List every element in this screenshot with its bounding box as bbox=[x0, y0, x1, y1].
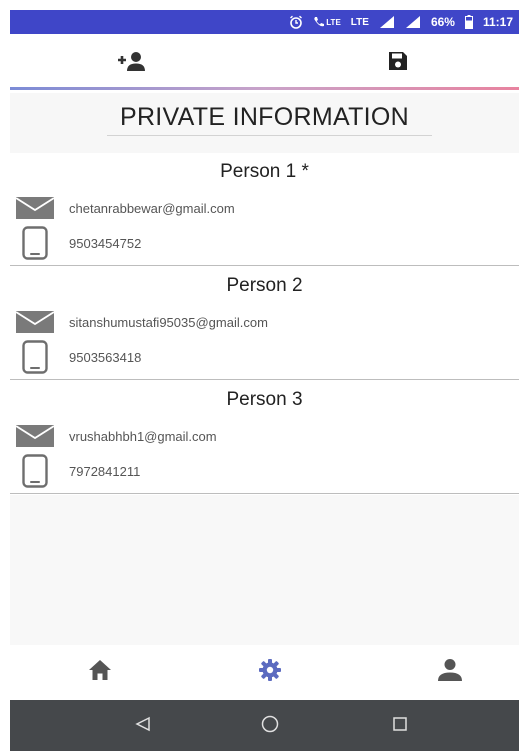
add-person-icon bbox=[115, 49, 149, 78]
phone-value: 9503454752 bbox=[69, 235, 142, 251]
title-divider bbox=[107, 135, 432, 136]
toolbar-indicator bbox=[10, 87, 519, 90]
lte-text: LTE bbox=[350, 16, 369, 28]
page-title: PRIVATE INFORMATION bbox=[119, 103, 410, 131]
recent-apps-icon bbox=[392, 716, 408, 737]
alarm-icon bbox=[289, 15, 303, 29]
nav-settings-button[interactable] bbox=[250, 657, 290, 687]
status-bar: LTE LTE 66% 11:17 bbox=[10, 10, 519, 34]
signal-icon bbox=[405, 15, 421, 29]
email-row[interactable]: vrushabhbh1@gmail.com bbox=[15, 421, 510, 451]
phone-row[interactable]: 7972841211 bbox=[15, 454, 510, 488]
system-recent-apps-button[interactable] bbox=[385, 714, 415, 738]
email-row[interactable]: sitanshumustafi95035@gmail.com bbox=[15, 307, 510, 337]
phone-row[interactable]: 9503563418 bbox=[15, 340, 510, 374]
back-icon bbox=[135, 716, 151, 737]
divider bbox=[10, 379, 519, 380]
home-circle-icon bbox=[261, 715, 279, 738]
battery-icon bbox=[464, 15, 473, 29]
person-name: Person 2 bbox=[226, 275, 303, 296]
person-name: Person 3 bbox=[226, 389, 303, 410]
signal-icon bbox=[379, 15, 395, 29]
phone-value: 9503563418 bbox=[69, 349, 142, 365]
email-row[interactable]: chetanrabbewar@gmail.com bbox=[15, 193, 510, 223]
clock-time: 11:17 bbox=[482, 15, 513, 29]
system-back-button[interactable] bbox=[128, 714, 158, 738]
system-home-button[interactable] bbox=[255, 714, 285, 738]
home-icon bbox=[88, 659, 112, 686]
empty-area bbox=[10, 495, 519, 645]
email-value: chetanrabbewar@gmail.com bbox=[69, 200, 235, 216]
phone-value: 7972841211 bbox=[69, 463, 141, 479]
volte-call-icon: LTE bbox=[313, 16, 341, 28]
person-card: Person 2 sitanshumustafi95035@gmail.com … bbox=[10, 267, 519, 380]
email-value: sitanshumustafi95035@gmail.com bbox=[69, 314, 268, 330]
phone-row[interactable]: 9503454752 bbox=[15, 226, 510, 260]
save-icon bbox=[387, 50, 409, 77]
profile-icon bbox=[437, 658, 463, 687]
system-navigation-bar bbox=[10, 700, 519, 751]
phone-icon bbox=[15, 454, 55, 488]
nav-profile-button[interactable] bbox=[430, 657, 470, 687]
divider bbox=[10, 493, 519, 494]
lte-call-text: LTE bbox=[326, 17, 341, 27]
email-icon bbox=[15, 307, 55, 337]
email-value: vrushabhbh1@gmail.com bbox=[69, 428, 217, 444]
email-icon bbox=[15, 421, 55, 451]
save-button[interactable] bbox=[378, 48, 418, 78]
header: PRIVATE INFORMATION bbox=[10, 93, 519, 153]
divider bbox=[10, 265, 519, 266]
person-card: Person 3 vrushabhbh1@gmail.com 797284121… bbox=[10, 381, 519, 494]
bottom-navigation bbox=[10, 645, 519, 700]
settings-icon bbox=[258, 658, 282, 687]
nav-home-button[interactable] bbox=[80, 657, 120, 687]
person-name: Person 1 * bbox=[220, 161, 309, 182]
toolbar bbox=[10, 34, 519, 90]
person-card: Person 1 * chetanrabbewar@gmail.com 9503… bbox=[10, 153, 519, 266]
email-icon bbox=[15, 193, 55, 223]
phone-icon bbox=[15, 226, 55, 260]
battery-percent: 66% bbox=[430, 15, 455, 29]
phone-icon bbox=[15, 340, 55, 374]
add-person-button[interactable] bbox=[112, 48, 152, 78]
